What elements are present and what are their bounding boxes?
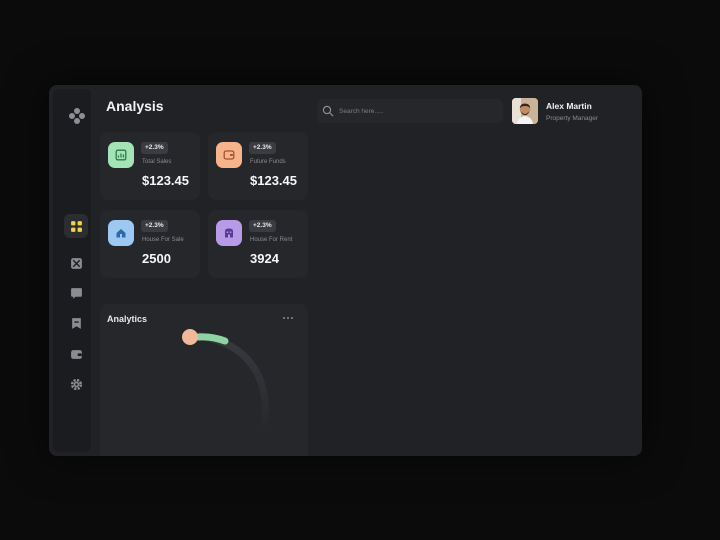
- card-label: House For Sale: [142, 237, 184, 243]
- building-icon: [225, 228, 233, 238]
- card-icon-tile: [216, 220, 242, 246]
- home-icon: [116, 229, 126, 238]
- card-value: 2500: [142, 251, 171, 266]
- chart-icon: [70, 257, 82, 269]
- growth-badge: +2.3%: [141, 220, 168, 232]
- card-icon-tile: [108, 142, 134, 168]
- sidebar-item-analytics[interactable]: [64, 251, 88, 275]
- page-title: Analysis: [106, 98, 164, 114]
- bookmark-icon: [71, 317, 81, 329]
- growth-badge: +2.3%: [141, 142, 168, 154]
- gauge-track: [196, 332, 269, 436]
- sidebar: [53, 89, 91, 452]
- sidebar-item-messages[interactable]: [64, 281, 88, 305]
- stat-card-total-sales[interactable]: +2.3% Total Sales $123.45: [100, 132, 200, 200]
- gauge-progress: [194, 333, 229, 345]
- sidebar-item-dashboard[interactable]: [64, 214, 88, 238]
- user-name: Alex Martin: [546, 101, 592, 111]
- search-icon: [322, 105, 334, 117]
- card-value: 3924: [250, 251, 279, 266]
- search-bar[interactable]: [317, 99, 503, 123]
- analytics-panel: Analytics: [100, 304, 308, 456]
- grid-icon: [70, 220, 82, 232]
- sidebar-item-saved[interactable]: [64, 311, 88, 335]
- stat-card-house-for-sale[interactable]: +2.3% House For Sale 2500: [100, 210, 200, 278]
- user-role: Property Manager: [546, 115, 599, 122]
- stat-card-future-funds[interactable]: +2.3% Future Funds $123.45: [208, 132, 308, 200]
- search-input[interactable]: [339, 99, 494, 123]
- logo-icon: [69, 108, 85, 124]
- sidebar-item-settings[interactable]: [64, 372, 88, 396]
- card-label: House For Rent: [250, 237, 293, 243]
- gear-icon: [70, 378, 82, 390]
- growth-badge: +2.3%: [249, 142, 276, 154]
- analytics-gauge: [182, 329, 269, 436]
- message-icon: [70, 287, 82, 299]
- card-label: Future Funds: [250, 159, 286, 165]
- dashboard-window: Analysis +2.3% Total Sales $123.45 +2.3%…: [49, 85, 642, 456]
- card-label: Total Sales: [142, 159, 172, 165]
- card-value: $123.45: [142, 173, 189, 188]
- card-icon-tile: [216, 142, 242, 168]
- avatar[interactable]: [512, 98, 538, 124]
- card-value: $123.45: [250, 173, 297, 188]
- sidebar-item-wallet[interactable]: [64, 342, 88, 366]
- chart-icon: [115, 149, 127, 161]
- wallet-icon: [70, 349, 82, 359]
- card-icon-tile: [108, 220, 134, 246]
- stat-card-house-for-rent[interactable]: +2.3% House For Rent 3924: [208, 210, 308, 278]
- gauge-knob: [182, 329, 198, 345]
- user-photo: [512, 98, 538, 124]
- growth-badge: +2.3%: [249, 220, 276, 232]
- wallet-icon: [223, 150, 235, 160]
